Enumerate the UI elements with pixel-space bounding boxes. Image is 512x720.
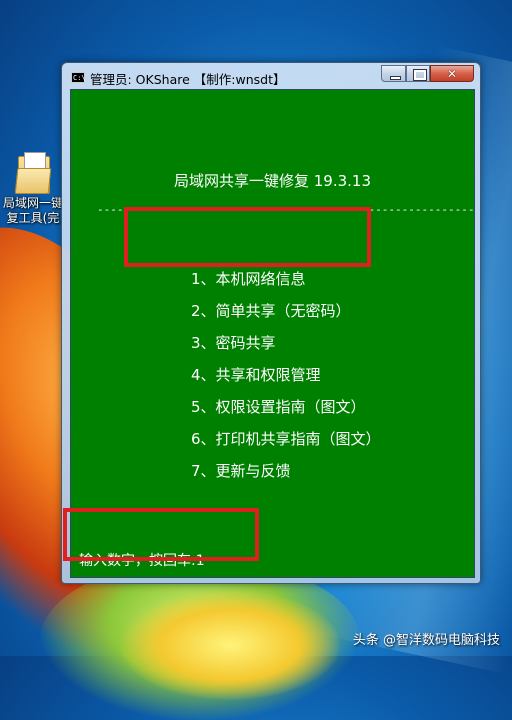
close-icon: ✕ bbox=[446, 67, 458, 81]
minimize-button[interactable] bbox=[381, 65, 406, 82]
watermark-text: 头条 @智洋数码电脑科技 bbox=[352, 633, 500, 648]
window-title: 管理员: OKShare 【制作:wnsdt】 bbox=[90, 72, 286, 87]
menu-item-simple-share[interactable]: 2、简单共享（无密码） bbox=[191, 295, 381, 327]
folder-icon bbox=[14, 152, 52, 194]
console-area[interactable]: 局域网共享一键修复 19.3.13 ----------------------… bbox=[70, 89, 475, 578]
desktop-icon-label: 局域网一键 复工具(完 bbox=[2, 196, 63, 225]
console-window[interactable]: C:\ 管理员: OKShare 【制作:wnsdt】 ✕ 局域网共享一键修复 … bbox=[61, 62, 481, 584]
menu-item-permission-management[interactable]: 4、共享和权限管理 bbox=[191, 359, 381, 391]
menu-item-permission-guide[interactable]: 5、权限设置指南（图文） bbox=[191, 391, 381, 423]
highlight-box-menu-item-1 bbox=[124, 207, 371, 267]
menu-item-password-share[interactable]: 3、密码共享 bbox=[191, 327, 381, 359]
menu-item-network-info[interactable]: 1、本机网络信息 bbox=[191, 263, 381, 295]
menu-item-printer-guide[interactable]: 6、打印机共享指南（图文） bbox=[191, 423, 381, 455]
highlight-box-input-prompt bbox=[63, 508, 259, 561]
maximize-button[interactable] bbox=[406, 65, 430, 82]
caption-buttons: ✕ bbox=[381, 65, 474, 83]
desktop-icon-share-tool[interactable]: 局域网一键 复工具(完 bbox=[0, 152, 66, 226]
wallpaper-yellow-blob bbox=[120, 590, 340, 700]
menu-list: 1、本机网络信息 2、简单共享（无密码） 3、密码共享 4、共享和权限管理 5、… bbox=[191, 263, 381, 487]
console-heading: 局域网共享一键修复 19.3.13 bbox=[173, 172, 372, 190]
maximize-icon bbox=[413, 69, 427, 81]
title-bar[interactable]: C:\ 管理员: OKShare 【制作:wnsdt】 ✕ bbox=[62, 63, 480, 89]
cmd-icon: C:\ bbox=[71, 72, 86, 83]
minimize-icon bbox=[390, 76, 401, 80]
menu-item-update-feedback[interactable]: 7、更新与反馈 bbox=[191, 455, 381, 487]
close-button[interactable]: ✕ bbox=[430, 65, 474, 82]
